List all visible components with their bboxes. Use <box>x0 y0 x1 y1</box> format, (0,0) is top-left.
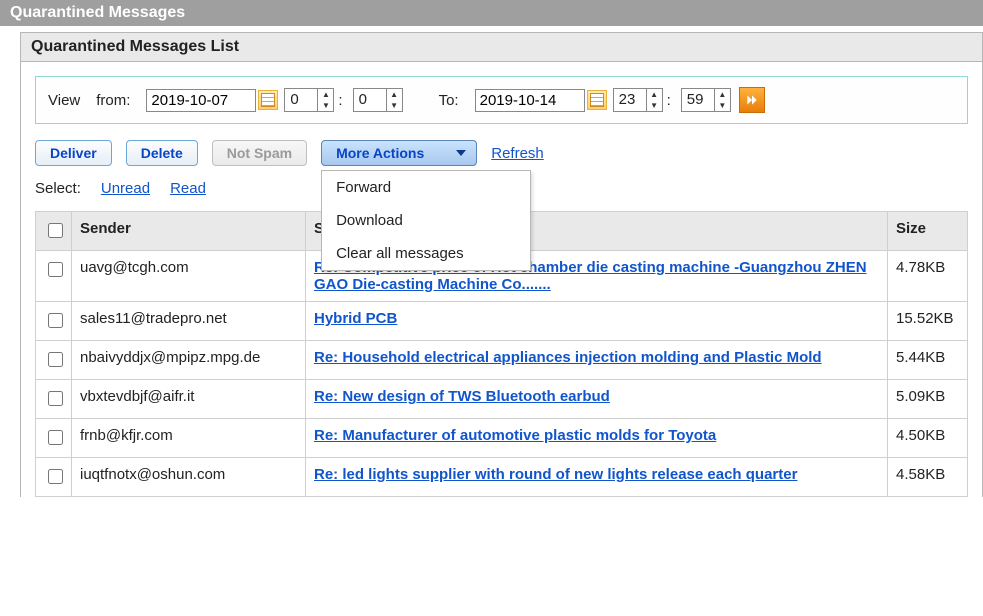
view-label: View <box>48 92 80 109</box>
select-label: Select: <box>35 180 81 197</box>
not-spam-button[interactable]: Not Spam <box>212 140 307 166</box>
sender-cell: vbxtevdbjf@aifr.it <box>72 380 306 419</box>
row-checkbox[interactable] <box>48 469 63 484</box>
more-actions-button[interactable]: More Actions <box>321 140 477 166</box>
table-row: vbxtevdbjf@aifr.it Re: New design of TWS … <box>36 380 968 419</box>
menu-item-forward[interactable]: Forward <box>322 171 530 204</box>
select-unread-link[interactable]: Unread <box>101 180 150 197</box>
to-date-input[interactable] <box>475 89 585 112</box>
size-cell: 4.78KB <box>888 251 968 302</box>
sender-cell: nbaivyddjx@mpipz.mpg.de <box>72 341 306 380</box>
date-filter-bar: View from: 0 ▲▼ : 0 ▲▼ To: <box>35 76 968 124</box>
select-all-checkbox[interactable] <box>48 223 63 238</box>
from-hour-spinner[interactable]: 0 ▲▼ <box>284 88 334 112</box>
chevron-up-icon[interactable]: ▲ <box>387 89 402 100</box>
deliver-button[interactable]: Deliver <box>35 140 112 166</box>
calendar-icon[interactable] <box>587 90 607 110</box>
size-cell: 4.58KB <box>888 458 968 497</box>
row-checkbox[interactable] <box>48 262 63 277</box>
menu-item-clear-all[interactable]: Clear all messages <box>322 237 530 270</box>
row-checkbox[interactable] <box>48 352 63 367</box>
col-size[interactable]: Size <box>888 212 968 251</box>
subject-link[interactable]: Re: Household electrical appliances inje… <box>314 349 822 366</box>
row-checkbox[interactable] <box>48 391 63 406</box>
subject-link[interactable]: Re: Manufacturer of automotive plastic m… <box>314 427 716 444</box>
sender-cell: frnb@kfjr.com <box>72 419 306 458</box>
chevron-down-icon <box>456 150 466 156</box>
apply-filter-button[interactable] <box>739 87 765 113</box>
subject-link[interactable]: Re: New design of TWS Bluetooth earbud <box>314 388 610 405</box>
chevron-down-icon[interactable]: ▼ <box>715 100 730 111</box>
table-row: sales11@tradepro.net Hybrid PCB 15.52KB <box>36 302 968 341</box>
chevron-down-icon[interactable]: ▼ <box>647 100 662 111</box>
to-label: To: <box>439 92 459 109</box>
select-read-link[interactable]: Read <box>170 180 206 197</box>
sender-cell: iuqtfnotx@oshun.com <box>72 458 306 497</box>
chevron-down-icon[interactable]: ▼ <box>318 100 333 111</box>
from-date-input[interactable] <box>146 89 256 112</box>
chevron-down-icon[interactable]: ▼ <box>387 100 402 111</box>
page-title: Quarantined Messages <box>0 0 983 26</box>
from-label: from: <box>96 92 130 109</box>
to-hour-spinner[interactable]: 23 ▲▼ <box>613 88 663 112</box>
size-cell: 15.52KB <box>888 302 968 341</box>
subject-link[interactable]: Re: led lights supplier with round of ne… <box>314 466 797 483</box>
table-row: frnb@kfjr.com Re: Manufacturer of automot… <box>36 419 968 458</box>
delete-button[interactable]: Delete <box>126 140 198 166</box>
table-row: iuqtfnotx@oshun.com Re: led lights suppli… <box>36 458 968 497</box>
quarantine-panel: Quarantined Messages List View from: 0 ▲… <box>20 32 983 497</box>
more-actions-menu: Forward Download Clear all messages <box>321 170 531 271</box>
from-min-spinner[interactable]: 0 ▲▼ <box>353 88 403 112</box>
table-row: nbaivyddjx@mpipz.mpg.de Re: Household ele… <box>36 341 968 380</box>
calendar-icon[interactable] <box>258 90 278 110</box>
panel-title: Quarantined Messages List <box>21 33 982 62</box>
to-min-spinner[interactable]: 59 ▲▼ <box>681 88 731 112</box>
subject-link[interactable]: Hybrid PCB <box>314 310 397 327</box>
chevron-up-icon[interactable]: ▲ <box>715 89 730 100</box>
chevron-up-icon[interactable]: ▲ <box>318 89 333 100</box>
refresh-link[interactable]: Refresh <box>491 145 544 162</box>
size-cell: 5.09KB <box>888 380 968 419</box>
row-checkbox[interactable] <box>48 313 63 328</box>
size-cell: 5.44KB <box>888 341 968 380</box>
col-sender[interactable]: Sender <box>72 212 306 251</box>
sender-cell: uavg@tcgh.com <box>72 251 306 302</box>
sender-cell: sales11@tradepro.net <box>72 302 306 341</box>
size-cell: 4.50KB <box>888 419 968 458</box>
row-checkbox[interactable] <box>48 430 63 445</box>
menu-item-download[interactable]: Download <box>322 204 530 237</box>
chevron-up-icon[interactable]: ▲ <box>647 89 662 100</box>
